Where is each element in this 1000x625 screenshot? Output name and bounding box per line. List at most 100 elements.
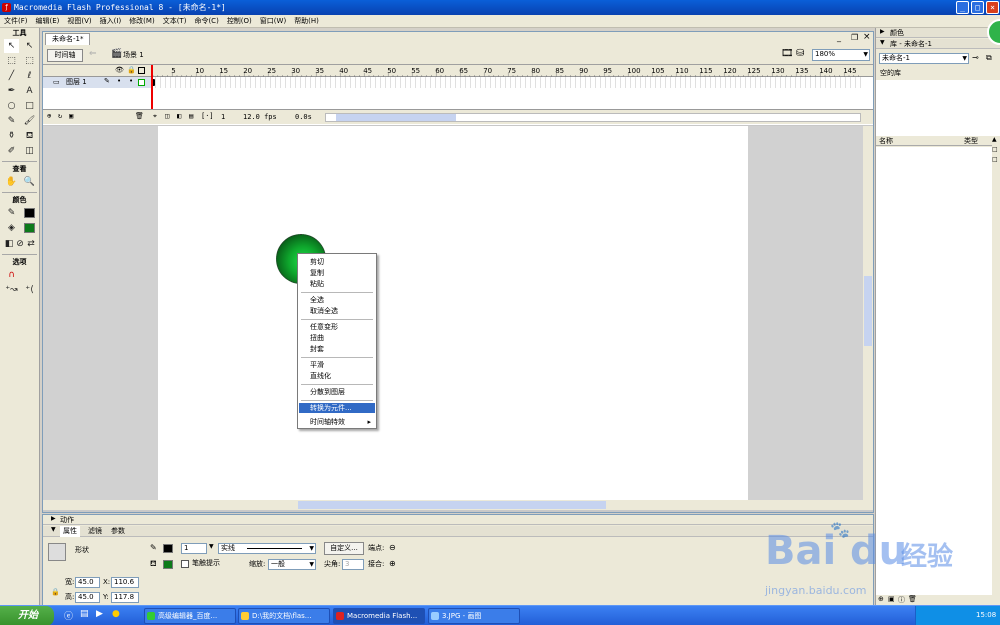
quicklaunch-app-icon[interactable]: ●: [112, 609, 120, 619]
ink-bottle-icon[interactable]: ⚱: [4, 129, 19, 143]
text-icon[interactable]: A: [22, 84, 37, 98]
context-menu-item[interactable]: 直线化: [299, 371, 375, 381]
outline-icon[interactable]: [138, 67, 145, 74]
wide-view-icon[interactable]: □: [992, 146, 998, 153]
close-button[interactable]: ×: [986, 1, 999, 14]
context-menu-item[interactable]: 剪切: [299, 257, 375, 267]
line-icon[interactable]: ╱: [4, 69, 19, 83]
stroke-style-select[interactable]: 实线 ▼: [218, 543, 316, 554]
library-expand-icon[interactable]: ▼: [880, 39, 885, 46]
color-panel-title[interactable]: 颜色: [890, 28, 904, 38]
height-input[interactable]: 45.0: [75, 592, 100, 603]
timeline-hscroll[interactable]: [325, 113, 861, 122]
column-type[interactable]: 类型: [964, 136, 978, 146]
column-name[interactable]: 名称: [879, 136, 893, 146]
stroke-color-swatch[interactable]: [22, 206, 37, 220]
fill-color-swatch[interactable]: [22, 221, 37, 235]
context-menu-item[interactable]: 时间轴特效 ▸: [299, 417, 375, 427]
context-menu-item[interactable]: 任意变形: [299, 322, 375, 332]
stage-hscroll-thumb[interactable]: [298, 501, 606, 509]
timeline-toggle-button[interactable]: 时间轴: [47, 49, 83, 62]
rectangle-icon[interactable]: □: [22, 99, 37, 113]
free-transform-icon[interactable]: ⬚: [4, 54, 19, 68]
edit-symbol-icon[interactable]: ⛁: [796, 48, 804, 59]
eye-icon[interactable]: 👁: [115, 66, 124, 74]
actions-panel-label[interactable]: 动作: [60, 515, 74, 525]
context-menu-item[interactable]: 封套: [299, 344, 375, 354]
menu-window[interactable]: 窗口(W): [256, 15, 290, 28]
tab-properties[interactable]: 属性: [60, 526, 80, 537]
sort-icon[interactable]: ▲: [992, 136, 997, 143]
scale-select[interactable]: 一般 ▼: [268, 559, 316, 570]
center-frame-icon[interactable]: ⌖: [153, 112, 157, 121]
cap-icon[interactable]: ⊖: [389, 543, 396, 552]
frame-cells[interactable]: [151, 77, 863, 88]
pin-library-icon[interactable]: ⊸: [972, 53, 979, 62]
insert-folder-icon[interactable]: ▣: [69, 112, 73, 120]
onion-skin-icon[interactable]: ◫: [165, 112, 169, 120]
doc-close-icon[interactable]: ×: [863, 32, 871, 42]
menu-file[interactable]: 文件(F): [0, 15, 32, 28]
timeline-hscroll-thumb[interactable]: [336, 114, 456, 121]
swap-colors-icon[interactable]: ⇄: [26, 237, 36, 251]
onion-markers-icon[interactable]: [·]: [201, 112, 214, 120]
custom-stroke-button[interactable]: 自定义...: [324, 542, 364, 555]
frame-rate[interactable]: 12.0 fps: [243, 113, 277, 121]
collapse-arrow-icon[interactable]: ▶: [51, 515, 56, 522]
lock-icon[interactable]: 🔒: [127, 66, 136, 74]
zoom-icon[interactable]: 🔍: [22, 175, 37, 189]
menu-edit[interactable]: 编辑(E): [32, 15, 64, 28]
context-menu-item[interactable]: 转换为元件...: [299, 403, 375, 413]
frame-ruler[interactable]: 5 10 15 20 25 30 35 40 45 50 55 60 65 70 75 80 85 90 95 100…: [151, 65, 863, 77]
expand-arrow-icon[interactable]: ▼: [51, 526, 56, 533]
context-menu-item[interactable]: 复制: [299, 268, 375, 278]
stroke-color-box[interactable]: [163, 544, 173, 553]
context-menu-item[interactable]: 取消全选: [299, 306, 375, 316]
task-flash[interactable]: Macromedia Flash...: [333, 608, 425, 624]
task-paint[interactable]: 3.JPG - 画图: [428, 608, 520, 624]
oval-icon[interactable]: ○: [4, 99, 19, 113]
minimize-button[interactable]: _: [956, 1, 969, 14]
menu-help[interactable]: 帮助(H): [290, 15, 323, 28]
insert-layer-icon[interactable]: ⊕: [47, 112, 51, 120]
library-select[interactable]: 未命名-1 ▼: [879, 53, 969, 64]
maximize-button[interactable]: □: [971, 1, 984, 14]
quicklaunch-ie-icon[interactable]: ⓔ: [64, 609, 73, 622]
lock-dot-icon[interactable]: •: [129, 77, 133, 85]
width-input[interactable]: 45.0: [75, 577, 100, 588]
eraser-icon[interactable]: ◫: [22, 144, 37, 158]
visible-dot-icon[interactable]: •: [117, 77, 121, 85]
add-guide-icon[interactable]: ↻: [58, 112, 62, 120]
join-icon[interactable]: ⊕: [389, 559, 396, 568]
context-menu-item[interactable]: 扭曲: [299, 333, 375, 343]
stage-vscroll-thumb[interactable]: [864, 276, 872, 346]
context-menu-item[interactable]: 平滑: [299, 360, 375, 370]
narrow-view-icon[interactable]: □: [992, 156, 998, 163]
black-white-icon[interactable]: ◧: [4, 237, 14, 251]
constrain-lock-icon[interactable]: 🔒: [51, 588, 60, 596]
menu-insert[interactable]: 插入(I): [96, 15, 126, 28]
fill-transform-icon[interactable]: ⬚: [22, 54, 37, 68]
hand-icon[interactable]: ✋: [4, 175, 19, 189]
context-menu-item[interactable]: 分散到图层: [299, 387, 375, 397]
y-input[interactable]: 117.8: [111, 592, 139, 603]
x-input[interactable]: 110.6: [111, 577, 139, 588]
stage-hscroll[interactable]: [43, 500, 873, 510]
menu-text[interactable]: 文本(T): [159, 15, 191, 28]
pencil-icon[interactable]: ✎: [4, 114, 19, 128]
quicklaunch-desktop-icon[interactable]: ▤: [80, 609, 89, 619]
no-color-icon[interactable]: ⊘: [15, 237, 25, 251]
zoom-select[interactable]: 180% ▼: [812, 49, 870, 61]
smooth-icon[interactable]: ⁺↝: [4, 283, 19, 297]
menu-control[interactable]: 控制(O): [223, 15, 256, 28]
eyedropper-icon[interactable]: ✐: [4, 144, 19, 158]
context-menu-item[interactable]: 全选: [299, 295, 375, 305]
edit-multiple-icon[interactable]: ▤: [189, 112, 193, 120]
task-browser[interactable]: 高级编辑器_百度...: [144, 608, 236, 624]
arrow-icon[interactable]: ↖: [4, 39, 19, 53]
start-button[interactable]: 开始: [0, 606, 54, 625]
menu-commands[interactable]: 命令(C): [190, 15, 222, 28]
playhead[interactable]: [151, 65, 153, 109]
doc-minimize-icon[interactable]: _: [837, 33, 841, 42]
color-collapse-icon[interactable]: ▶: [880, 28, 885, 35]
